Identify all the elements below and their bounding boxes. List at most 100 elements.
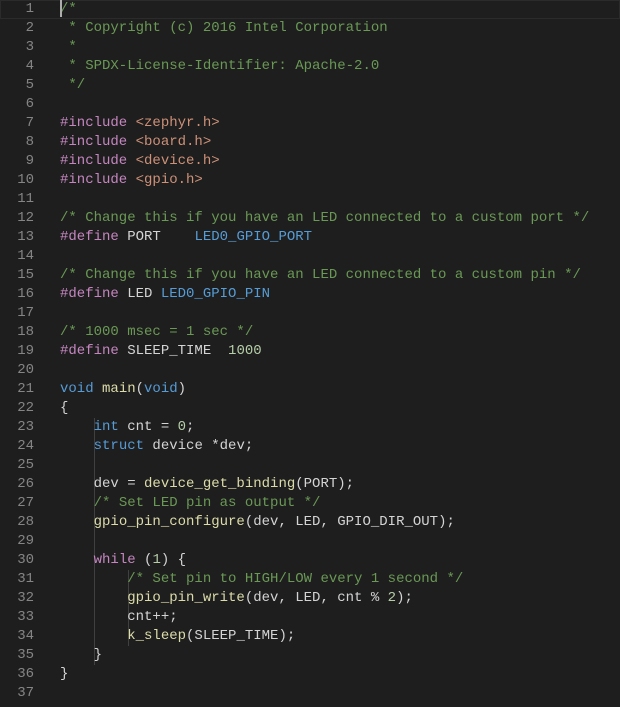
code-line[interactable]: 16 #define LED LED0_GPIO_PIN xyxy=(0,285,620,304)
code-token: while xyxy=(93,552,136,568)
code-line[interactable]: 11 xyxy=(0,190,620,209)
code-line[interactable]: 35 } xyxy=(0,646,620,665)
code-line[interactable]: 29 xyxy=(0,532,620,551)
line-number: 4 xyxy=(25,58,34,74)
code-token: 1000 xyxy=(228,343,262,359)
code-token: } xyxy=(60,647,103,663)
code-line[interactable]: 27 /* Set LED pin as output */ xyxy=(0,494,620,513)
code-line[interactable]: 33 cnt++; xyxy=(0,608,620,627)
code-token: #include xyxy=(60,172,136,188)
line-number: 19 xyxy=(17,343,34,359)
code-line[interactable]: 1 /* xyxy=(0,0,620,19)
code-line[interactable]: 31 /* Set pin to HIGH/LOW every 1 second… xyxy=(0,570,620,589)
code-line[interactable]: 36} xyxy=(0,665,620,684)
line-code: /* 1000 msec = 1 sec */ xyxy=(60,323,253,342)
line-number: 20 xyxy=(17,362,34,378)
code-line[interactable]: 32 gpio_pin_write(dev, LED, cnt % 2); xyxy=(0,589,620,608)
code-token: void xyxy=(144,381,178,397)
code-line[interactable]: 15 /* Change this if you have an LED conn… xyxy=(0,266,620,285)
code-token: <board.h> xyxy=(135,134,212,150)
code-line[interactable]: 4 * SPDX-License-Identifier: Apache-2.0 xyxy=(0,57,620,76)
code-line[interactable]: 2 * Copyright (c) 2016 Intel Corporation xyxy=(0,19,620,38)
code-line[interactable]: 22 { xyxy=(0,399,620,418)
code-line[interactable]: 23 int cnt = 0; xyxy=(0,418,620,437)
code-line[interactable]: 20 xyxy=(0,361,620,380)
code-line[interactable]: 7 #include <zephyr.h> xyxy=(0,114,620,133)
code-line[interactable]: 37 xyxy=(0,684,620,703)
line-code: while (1) { xyxy=(60,551,186,570)
line-number: 16 xyxy=(17,286,34,302)
code-token: #include xyxy=(60,115,136,131)
code-token: #define xyxy=(60,286,128,302)
code-line[interactable]: 19 #define SLEEP_TIME 1000 xyxy=(0,342,620,361)
line-number: 32 xyxy=(17,590,34,606)
code-token: /* Set pin to HIGH/LOW every 1 second */ xyxy=(127,571,464,587)
line-number: 37 xyxy=(17,685,34,701)
code-token: LED0_GPIO_PORT xyxy=(194,229,313,245)
code-line[interactable]: 14 xyxy=(0,247,620,266)
code-line[interactable]: 24 struct device *dev; xyxy=(0,437,620,456)
line-number: 23 xyxy=(17,419,34,435)
code-line[interactable]: 26 dev = device_get_binding(PORT); xyxy=(0,475,620,494)
code-token: LED0_GPIO_PIN xyxy=(160,286,271,302)
code-token: (dev, LED, cnt % xyxy=(244,590,388,606)
line-number: 30 xyxy=(17,552,34,568)
line-number: 15 xyxy=(17,267,34,283)
line-code: gpio_pin_write(dev, LED, cnt % 2); xyxy=(60,589,413,608)
line-number: 9 xyxy=(25,153,34,169)
code-line[interactable]: 18 /* 1000 msec = 1 sec */ xyxy=(0,323,620,342)
code-line[interactable]: 21 void main(void) xyxy=(0,380,620,399)
line-number: 7 xyxy=(25,115,34,131)
code-line[interactable]: 17 xyxy=(0,304,620,323)
code-token: /* Change this if you have an LED connec… xyxy=(60,267,581,283)
code-token: ( xyxy=(135,552,153,568)
code-line[interactable]: 30 while (1) { xyxy=(0,551,620,570)
line-code: k_sleep(SLEEP_TIME); xyxy=(60,627,295,646)
line-number: 35 xyxy=(17,647,34,663)
line-code: #define LED LED0_GPIO_PIN xyxy=(60,285,270,304)
code-line[interactable]: 28 gpio_pin_configure(dev, LED, GPIO_DIR… xyxy=(0,513,620,532)
code-token: struct xyxy=(93,438,145,454)
code-token: /* Change this if you have an LED connec… xyxy=(60,210,590,226)
code-token: void xyxy=(60,381,103,397)
code-line[interactable]: 10 #include <gpio.h> xyxy=(0,171,620,190)
code-line[interactable]: 5 */ xyxy=(0,76,620,95)
line-number: 29 xyxy=(17,533,34,549)
code-line[interactable]: 25 xyxy=(0,456,620,475)
code-token: <device.h> xyxy=(135,153,220,169)
code-line[interactable]: 9 #include <device.h> xyxy=(0,152,620,171)
code-token: ) xyxy=(177,381,187,397)
code-token: } xyxy=(60,666,69,682)
line-number: 34 xyxy=(17,628,34,644)
code-editor[interactable]: 1 /* 2 * Copyright (c) 2016 Intel Corporat… xyxy=(0,0,620,707)
code-line[interactable]: 12 /* Change this if you have an LED conn… xyxy=(0,209,620,228)
code-line[interactable]: 3 * xyxy=(0,38,620,57)
code-token: ; xyxy=(186,419,195,435)
code-token: 1 xyxy=(152,552,161,568)
code-token: ); xyxy=(396,590,413,606)
code-line[interactable]: 13 #define PORT LED0_GPIO_PORT xyxy=(0,228,620,247)
line-code: cnt++; xyxy=(60,608,177,627)
line-number: 13 xyxy=(17,229,34,245)
code-token: dev = xyxy=(60,476,145,492)
code-token: * SPDX-License-Identifier: Apache-2.0 xyxy=(60,58,380,74)
line-number: 8 xyxy=(25,134,34,150)
code-token: cnt = xyxy=(118,419,178,435)
code-token: k_sleep xyxy=(127,628,187,644)
line-number: 17 xyxy=(17,305,34,321)
code-token: (PORT); xyxy=(295,476,355,492)
line-code: * SPDX-License-Identifier: Apache-2.0 xyxy=(60,57,379,76)
code-line[interactable]: 8 #include <board.h> xyxy=(0,133,620,152)
code-line[interactable]: 6 xyxy=(0,95,620,114)
line-number: 27 xyxy=(17,495,34,511)
code-line[interactable]: 34 k_sleep(SLEEP_TIME); xyxy=(0,627,620,646)
line-code: } xyxy=(60,646,102,665)
line-code: /* Change this if you have an LED connec… xyxy=(60,209,589,228)
line-number: 25 xyxy=(17,457,34,473)
